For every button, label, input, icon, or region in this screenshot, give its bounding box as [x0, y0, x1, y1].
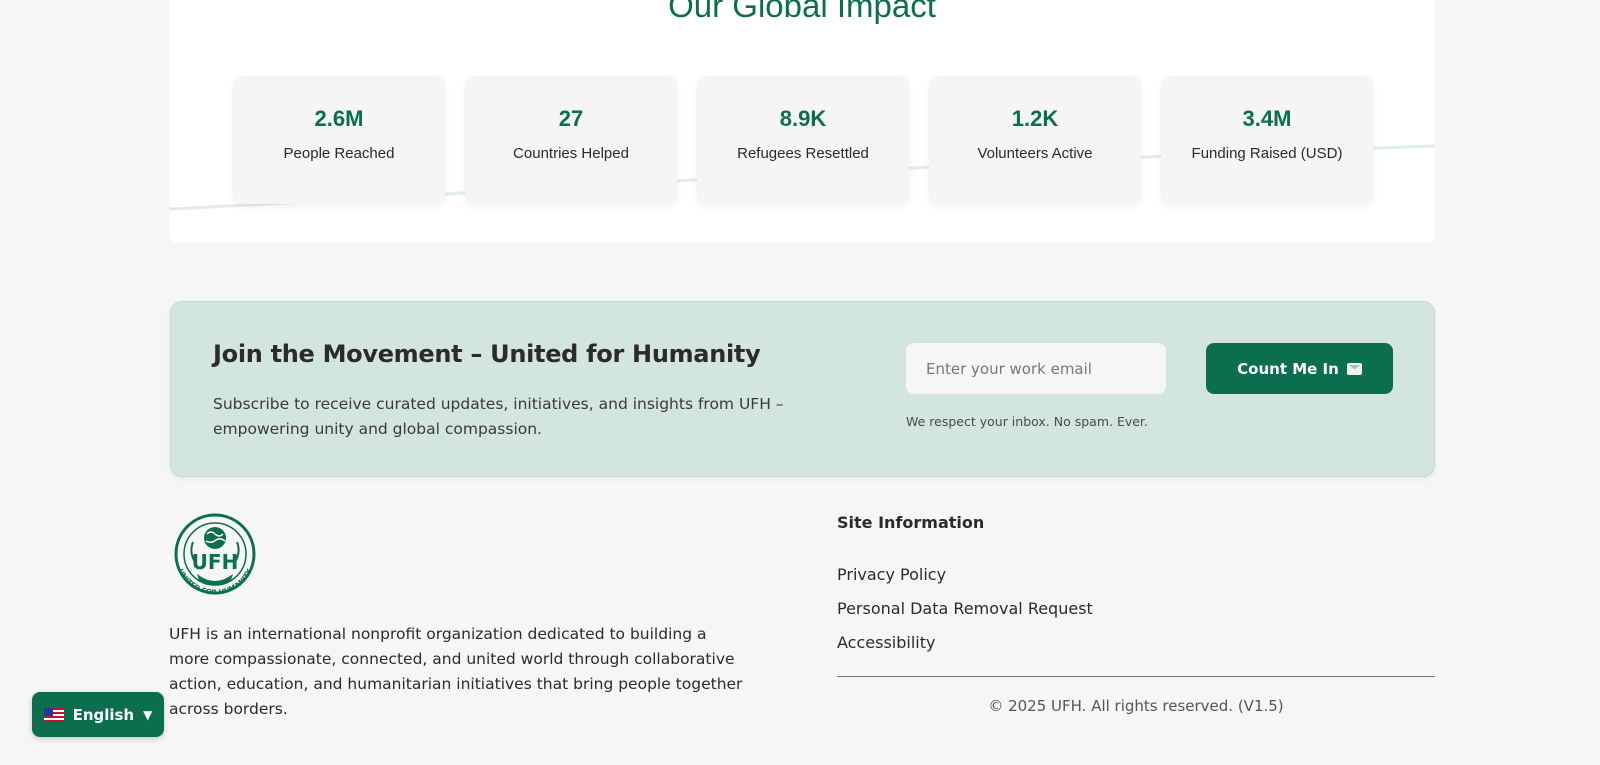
stat-label: People Reached: [283, 145, 395, 162]
subscribe-button[interactable]: Count Me In: [1206, 343, 1393, 394]
stat-value: 27: [558, 106, 584, 131]
us-flag-icon: [43, 707, 64, 722]
stat-card-countries-helped: 27 Countries Helped: [465, 76, 677, 204]
privacy-policy-link[interactable]: Privacy Policy: [837, 565, 946, 584]
stat-card-refugees-resettled: 8.9K Refugees Resettled: [697, 76, 909, 204]
svg-text:UFH: UFH: [192, 550, 239, 574]
stat-card-people-reached: 2.6M People Reached: [233, 76, 445, 204]
email-input[interactable]: [906, 343, 1166, 394]
stat-label: Volunteers Active: [977, 145, 1093, 162]
stat-label: Funding Raised (USD): [1191, 145, 1343, 162]
stat-card-volunteers-active: 1.2K Volunteers Active: [929, 76, 1141, 204]
footer-link-item: Personal Data Removal Request: [837, 599, 1093, 633]
newsletter-section: Join the Movement – United for Humanity …: [170, 301, 1435, 477]
newsletter-title: Join the Movement – United for Humanity: [213, 340, 761, 368]
footer-link-item: Accessibility: [837, 633, 1093, 667]
copyright: © 2025 UFH. All rights reserved. (V1.5): [988, 697, 1284, 715]
stat-value: 1.2K: [1011, 106, 1059, 131]
stat-label: Refugees Resettled: [737, 145, 869, 162]
data-removal-request-link[interactable]: Personal Data Removal Request: [837, 599, 1093, 618]
stat-value: 3.4M: [1242, 106, 1292, 131]
site-information-heading: Site Information: [837, 513, 985, 532]
language-switcher[interactable]: English ▼: [32, 692, 164, 737]
impact-section: Our Global Impact 2.6M People Reached 27…: [169, 0, 1435, 243]
stat-value: 8.9K: [779, 106, 827, 131]
newsletter-note: We respect your inbox. No spam. Ever.: [906, 414, 1148, 429]
stat-card-funding-raised: 3.4M Funding Raised (USD): [1161, 76, 1373, 204]
accessibility-link[interactable]: Accessibility: [837, 633, 935, 652]
footer-divider: [837, 676, 1435, 677]
footer-about: UFH is an international nonprofit organi…: [169, 625, 743, 718]
ufh-logo: UFH UNITED FOR HUMANITY: [174, 513, 256, 597]
impact-stats: 2.6M People Reached 27 Countries Helped …: [233, 76, 1373, 204]
stat-label: Countries Helped: [513, 145, 629, 162]
subscribe-button-label: Count Me In: [1237, 359, 1339, 378]
impact-title: Our Global Impact: [668, 0, 936, 24]
caret-down-icon: ▼: [143, 707, 153, 722]
footer-link-item: Privacy Policy: [837, 565, 1093, 599]
language-label: English: [72, 705, 135, 724]
newsletter-description: Subscribe to receive curated updates, in…: [213, 395, 784, 438]
stat-value: 2.6M: [314, 106, 364, 131]
footer-links: Privacy Policy Personal Data Removal Req…: [837, 565, 1093, 667]
envelope-icon: [1346, 362, 1362, 375]
